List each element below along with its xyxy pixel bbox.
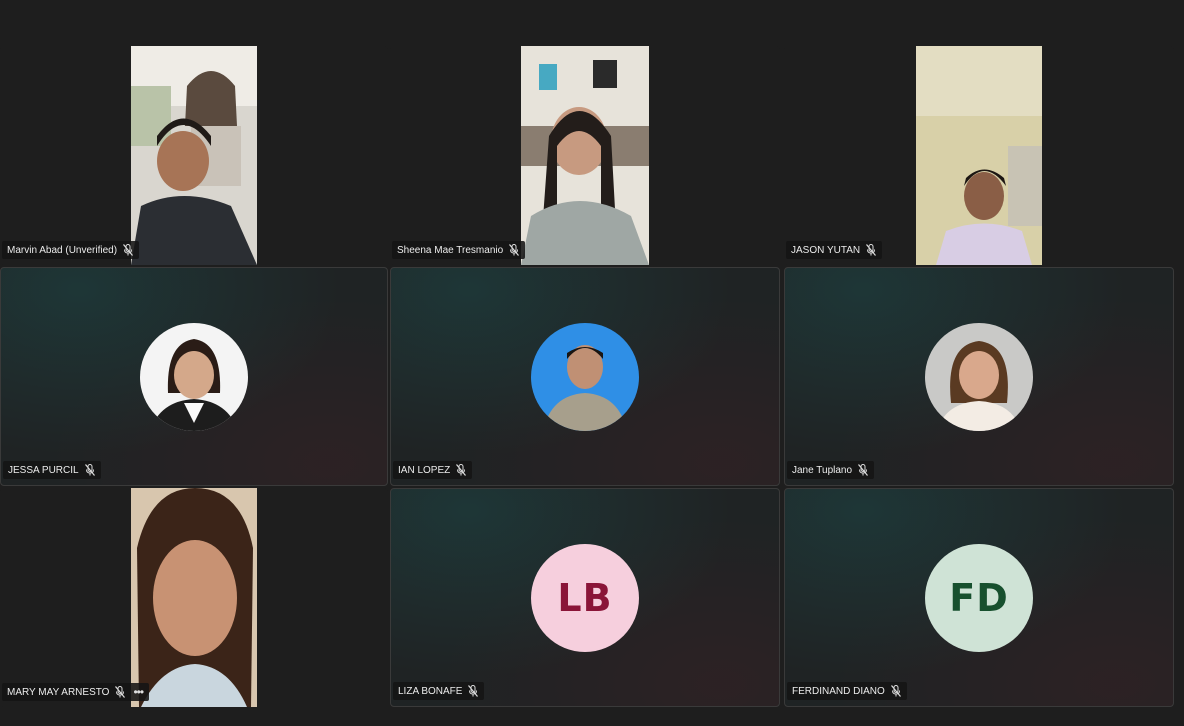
participant-tile-liza-bonafe[interactable]: LB LIZA BONAFE [390,488,780,707]
participant-tile-jane-tuplano[interactable]: Jane Tuplano [784,267,1174,486]
participant-tile-marvin-abad[interactable]: Marvin Abad (Unverified) [0,46,388,265]
video-feed [916,46,1042,265]
mic-muted-icon [509,244,520,256]
participant-nametag: Jane Tuplano [787,461,875,479]
more-options-icon[interactable]: ••• [133,685,144,699]
participant-name: FERDINAND DIANO [792,685,885,697]
participant-avatar [925,322,1033,431]
participant-avatar [531,322,639,431]
participant-nametag: FERDINAND DIANO [787,682,907,700]
participant-name: Jane Tuplano [792,464,853,476]
participant-tile-sheena-mae-tresmanio[interactable]: Sheena Mae Tresmanio [390,46,780,265]
participant-nametag: Sheena Mae Tresmanio [392,241,526,259]
participant-name: JESSA PURCIL [8,464,79,476]
mic-muted-icon [123,244,134,256]
mic-muted-icon [866,244,877,256]
participant-name: MARY MAY ARNESTO [7,686,110,698]
participant-tile-jessa-purcil[interactable]: JESSA PURCIL [0,267,388,486]
participant-nametag: JESSA PURCIL [3,461,101,479]
participant-avatar [140,322,248,431]
participant-name: Marvin Abad (Unverified) [7,244,118,256]
participant-nametag: IAN LOPEZ [393,461,473,479]
participant-name: LIZA BONAFE [398,685,463,697]
mic-muted-icon [115,686,126,698]
participant-tile-ian-lopez[interactable]: IAN LOPEZ [390,267,780,486]
participant-nametag: JASON YUTAN [786,241,883,259]
participant-nametag: LIZA BONAFE [393,682,485,700]
mic-muted-icon [456,464,467,476]
mic-muted-icon [468,685,479,697]
participant-tile-jason-yutan[interactable]: JASON YUTAN [784,46,1174,265]
participant-name: IAN LOPEZ [398,464,451,476]
video-feed [131,46,257,265]
participant-nametag: MARY MAY ARNESTO ••• [2,683,150,701]
participant-name: JASON YUTAN [791,244,861,256]
initials-avatar: FD [925,543,1033,652]
participant-nametag: Marvin Abad (Unverified) [2,241,140,259]
mic-muted-icon [890,685,901,697]
mic-muted-icon [858,464,869,476]
video-feed [131,488,257,707]
participant-name: Sheena Mae Tresmanio [397,244,504,256]
initials-avatar: LB [531,543,639,652]
participant-tile-mary-may-arnesto[interactable]: MARY MAY ARNESTO ••• [0,488,388,707]
video-feed [521,46,649,265]
mic-muted-icon [84,464,95,476]
participant-tile-ferdinand-diano[interactable]: FD FERDINAND DIANO [784,488,1174,707]
